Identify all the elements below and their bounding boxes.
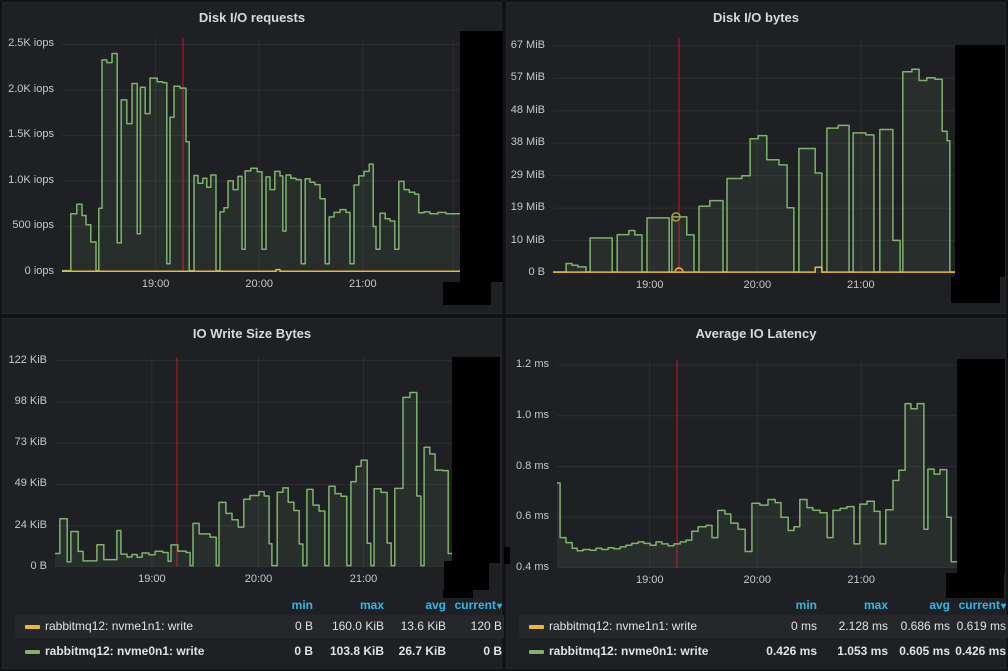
y-tick-label: 49 KiB [0, 477, 47, 489]
legend-min-value: 0.426 ms [766, 640, 817, 663]
series-color-swatch[interactable] [529, 650, 544, 654]
y-tick-label: 98 KiB [0, 395, 47, 407]
series-fill [553, 69, 1005, 273]
series-color-swatch[interactable] [25, 650, 40, 654]
legend-current-value: 0.619 ms [957, 615, 1006, 638]
y-tick-label: 2.0K iops [0, 83, 54, 95]
series-color-swatch[interactable] [529, 625, 544, 629]
legend-header-current-label: current [959, 598, 1000, 612]
legend-header-max[interactable]: max [360, 598, 384, 612]
series-color-swatch[interactable] [25, 625, 40, 629]
panel-title[interactable]: Disk I/O requests [3, 10, 501, 25]
x-tick-label: 21:00 [334, 573, 394, 585]
x-tick-label: 21:00 [831, 279, 891, 291]
y-tick-label: 1.0K iops [0, 174, 54, 186]
x-tick-label: 19:00 [620, 279, 680, 291]
grafana-dashboard: Disk I/O requests Disk I/O bytes IO Writ… [0, 0, 1008, 671]
x-tick-label: 19:00 [620, 574, 680, 586]
series-label[interactable]: rabbitmq12: nvme0n1: write [45, 640, 204, 663]
y-tick-label: 24 KiB [0, 519, 47, 531]
legend-avg-value: 0.605 ms [899, 640, 950, 663]
legend-header-current[interactable]: current▾ [455, 598, 502, 612]
y-tick-label: 1.5K iops [0, 128, 54, 140]
x-tick-label: 20:00 [727, 279, 787, 291]
legend-max-value: 160.0 KiB [332, 615, 384, 638]
legend-min-value: 0 B [295, 615, 313, 638]
redaction-box [504, 547, 510, 564]
series-fill [557, 404, 1005, 568]
redaction-box [444, 561, 489, 590]
x-tick-label: 19:00 [122, 573, 182, 585]
legend-row-nvme1n1[interactable]: rabbitmq12: nvme1n1: write 0 B 160.0 KiB… [15, 615, 504, 638]
legend-current-value: 0 B [483, 640, 502, 663]
y-tick-label: 0 B [0, 560, 47, 572]
chart-1[interactable] [553, 38, 1005, 273]
legend-max-value: 103.8 KiB [330, 640, 384, 663]
redaction-box [443, 590, 473, 598]
legend-row-nvme0n1[interactable]: rabbitmq12: nvme0n1: write 0.426 ms 1.05… [519, 640, 1008, 663]
legend-min-value: 0 B [294, 640, 313, 663]
x-tick-label: 20:00 [229, 278, 289, 290]
legend-avg-value: 26.7 KiB [399, 640, 446, 663]
y-tick-label: 2.5K iops [0, 37, 54, 49]
legend-header-current[interactable]: current▾ [959, 598, 1006, 612]
sort-desc-icon: ▾ [1001, 601, 1006, 612]
x-tick-label: 21:00 [333, 278, 393, 290]
y-tick-label: 122 KiB [0, 354, 47, 366]
legend-header-avg[interactable]: avg [929, 598, 950, 612]
legend-header-min[interactable]: min [292, 598, 313, 612]
y-tick-label: 0 iops [0, 265, 54, 277]
legend-header-min[interactable]: min [796, 598, 817, 612]
panel-title[interactable]: IO Write Size Bytes [3, 326, 501, 341]
y-tick-label: 500 iops [0, 219, 54, 231]
panel-title[interactable]: Average IO Latency [507, 326, 1005, 341]
legend-max-value: 1.053 ms [837, 640, 888, 663]
legend-row-nvme0n1[interactable]: rabbitmq12: nvme0n1: write 0 B 103.8 KiB… [15, 640, 504, 663]
series-label[interactable]: rabbitmq12: nvme1n1: write [45, 615, 193, 638]
redaction-box [955, 45, 1005, 277]
redaction-box [452, 357, 500, 563]
x-tick-label: 19:00 [126, 278, 186, 290]
legend-max-value: 2.128 ms [839, 615, 888, 638]
legend-avg-value: 13.6 KiB [401, 615, 446, 638]
redaction-box [460, 31, 503, 282]
legend-header-row: min max avg current▾ [519, 598, 1008, 614]
x-tick-label: 21:00 [831, 574, 891, 586]
panel-title[interactable]: Disk I/O bytes [507, 10, 1005, 25]
series-label[interactable]: rabbitmq12: nvme1n1: write [549, 615, 697, 638]
legend-min-value: 0 ms [791, 615, 817, 638]
legend-header-row: min max avg current▾ [15, 598, 504, 614]
series-label[interactable]: rabbitmq12: nvme0n1: write [549, 640, 708, 663]
chart-0[interactable] [62, 38, 462, 272]
legend-header-current-label: current [455, 598, 496, 612]
x-tick-label: 20:00 [229, 573, 289, 585]
chart-3[interactable] [557, 360, 1005, 568]
chart-2[interactable] [55, 357, 462, 567]
legend-row-nvme1n1[interactable]: rabbitmq12: nvme1n1: write 0 ms 2.128 ms… [519, 615, 1008, 638]
redaction-box [946, 573, 1004, 598]
y-tick-label: 73 KiB [0, 436, 47, 448]
legend-avg-value: 0.686 ms [901, 615, 950, 638]
legend-current-value: 0.426 ms [955, 640, 1006, 663]
sort-desc-icon: ▾ [497, 601, 502, 612]
redaction-box [951, 277, 1000, 303]
legend-header-max[interactable]: max [864, 598, 888, 612]
legend-current-value: 120 B [471, 615, 502, 638]
legend-header-avg[interactable]: avg [425, 598, 446, 612]
redaction-box [443, 282, 491, 305]
x-tick-label: 20:00 [727, 574, 787, 586]
redaction-box [957, 359, 1005, 573]
